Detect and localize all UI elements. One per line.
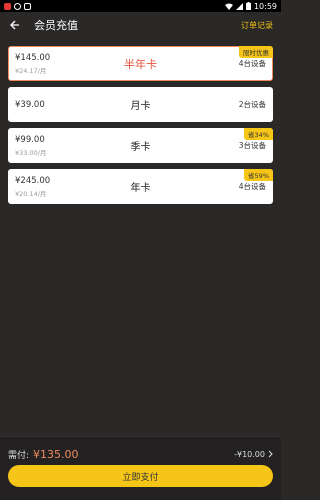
plan-price: ¥245.00 <box>15 175 51 186</box>
back-arrow-icon[interactable] <box>8 18 22 32</box>
plan-name: 季卡 <box>130 142 151 153</box>
plan-card-year[interactable]: ¥245.00 ¥20.14/月 年卡 4台设备 省59% <box>8 169 273 204</box>
status-bar: 10:59 <box>0 0 281 12</box>
plan-badge: 限时优惠 <box>239 46 273 58</box>
plan-per-month: ¥33.00/月 <box>15 148 47 157</box>
order-records-link[interactable]: 订单记录 <box>241 20 273 31</box>
status-time: 10:59 <box>253 1 277 11</box>
payment-bar: 需付: ¥135.00 -¥10.00 立即支付 <box>0 438 281 500</box>
status-system-icons: 10:59 <box>224 1 277 11</box>
plan-devices: 4台设备 <box>238 182 266 191</box>
plan-badge: 省34% <box>244 128 273 140</box>
plan-per-month: ¥24.17/月 <box>15 66 47 75</box>
status-notification-icons <box>4 2 31 10</box>
notification-app-icon <box>4 2 11 10</box>
payment-summary: 需付: ¥135.00 -¥10.00 <box>8 447 273 461</box>
plan-badge: 省59% <box>244 169 273 181</box>
plan-devices: 3台设备 <box>238 141 266 150</box>
plan-name: 月卡 <box>130 101 151 112</box>
plan-price: ¥39.00 <box>15 99 45 110</box>
plan-per-month: ¥20.14/月 <box>15 189 47 198</box>
plan-list: ¥145.00 ¥24.17/月 半年卡 4台设备 限时优惠 ¥39.00 月卡… <box>8 46 273 210</box>
payment-amount: ¥135.00 <box>33 447 79 461</box>
discount-value: -¥10.00 <box>234 449 265 459</box>
plan-card-quarter[interactable]: ¥99.00 ¥33.00/月 季卡 3台设备 省34% <box>8 128 273 163</box>
plan-card-month[interactable]: ¥39.00 月卡 2台设备 <box>8 87 273 122</box>
page-title: 会员充值 <box>34 19 78 32</box>
plan-devices: 4台设备 <box>238 59 266 68</box>
chevron-right-icon <box>268 450 273 458</box>
plan-price: ¥99.00 <box>15 134 45 145</box>
notification-sync-icon <box>14 2 21 10</box>
app-bar: 会员充值 订单记录 <box>0 12 281 38</box>
payment-label: 需付: <box>8 450 30 461</box>
notification-download-icon <box>24 2 31 10</box>
pay-now-button[interactable]: 立即支付 <box>8 465 273 487</box>
plan-card-half-year[interactable]: ¥145.00 ¥24.17/月 半年卡 4台设备 限时优惠 <box>8 46 273 81</box>
signal-icon <box>235 2 243 10</box>
battery-icon <box>245 2 251 10</box>
wifi-icon <box>224 3 233 10</box>
plan-devices: 2台设备 <box>238 100 266 109</box>
discount-selector[interactable]: -¥10.00 <box>234 450 273 459</box>
plan-price: ¥145.00 <box>15 52 51 63</box>
